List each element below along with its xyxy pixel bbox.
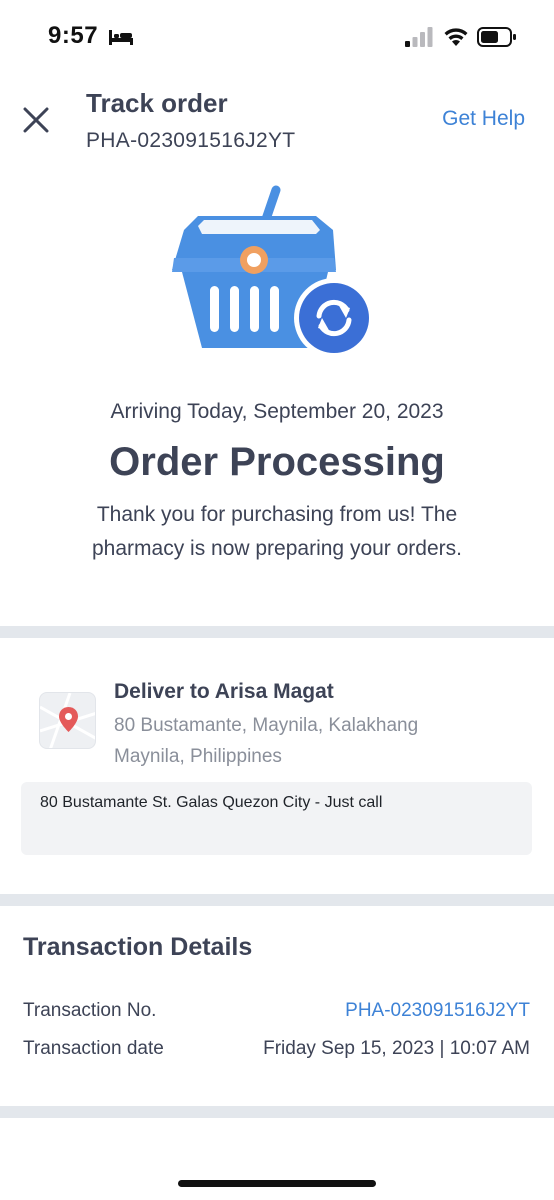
- location-pin-icon: [40, 693, 95, 748]
- next-section-peek: [23, 1148, 133, 1154]
- wifi-icon: [444, 28, 468, 46]
- order-id: PHA-023091516J2YT: [86, 129, 296, 152]
- status-bar: 9:57: [0, 0, 554, 66]
- basket-processing-illustration: [172, 185, 374, 358]
- transaction-date-value: Friday Sep 15, 2023 | 10:07 AM: [263, 1038, 530, 1059]
- get-help-link[interactable]: Get Help: [442, 107, 525, 131]
- transaction-number-label: Transaction No.: [23, 1000, 157, 1021]
- transaction-date-label: Transaction date: [23, 1038, 164, 1059]
- transaction-number-value[interactable]: PHA-023091516J2YT: [345, 1000, 530, 1022]
- order-status-title: Order Processing: [109, 440, 445, 484]
- battery-icon: [477, 27, 516, 47]
- delivery-address: 80 Bustamante, Maynila, Kalakhang Maynil…: [114, 715, 419, 767]
- status-time: 9:57: [48, 22, 99, 49]
- arrival-date: Arriving Today, September 20, 2023: [110, 400, 444, 423]
- section-divider: [0, 1106, 554, 1118]
- delivery-recipient: Deliver to Arisa Magat: [114, 680, 334, 703]
- order-status-message: Thank you for purchasing from us! The ph…: [91, 503, 462, 560]
- page-title: Track order: [86, 88, 228, 118]
- section-divider: [0, 894, 554, 906]
- home-indicator[interactable]: [178, 1180, 376, 1187]
- section-divider: [0, 626, 554, 638]
- signal-icon: [405, 27, 433, 47]
- delivery-note: 80 Bustamante St. Galas Quezon City - Ju…: [21, 782, 532, 855]
- map-thumbnail[interactable]: [39, 692, 96, 749]
- close-button[interactable]: [20, 104, 52, 136]
- bed-icon: [109, 30, 133, 45]
- transaction-details-title: Transaction Details: [23, 933, 253, 961]
